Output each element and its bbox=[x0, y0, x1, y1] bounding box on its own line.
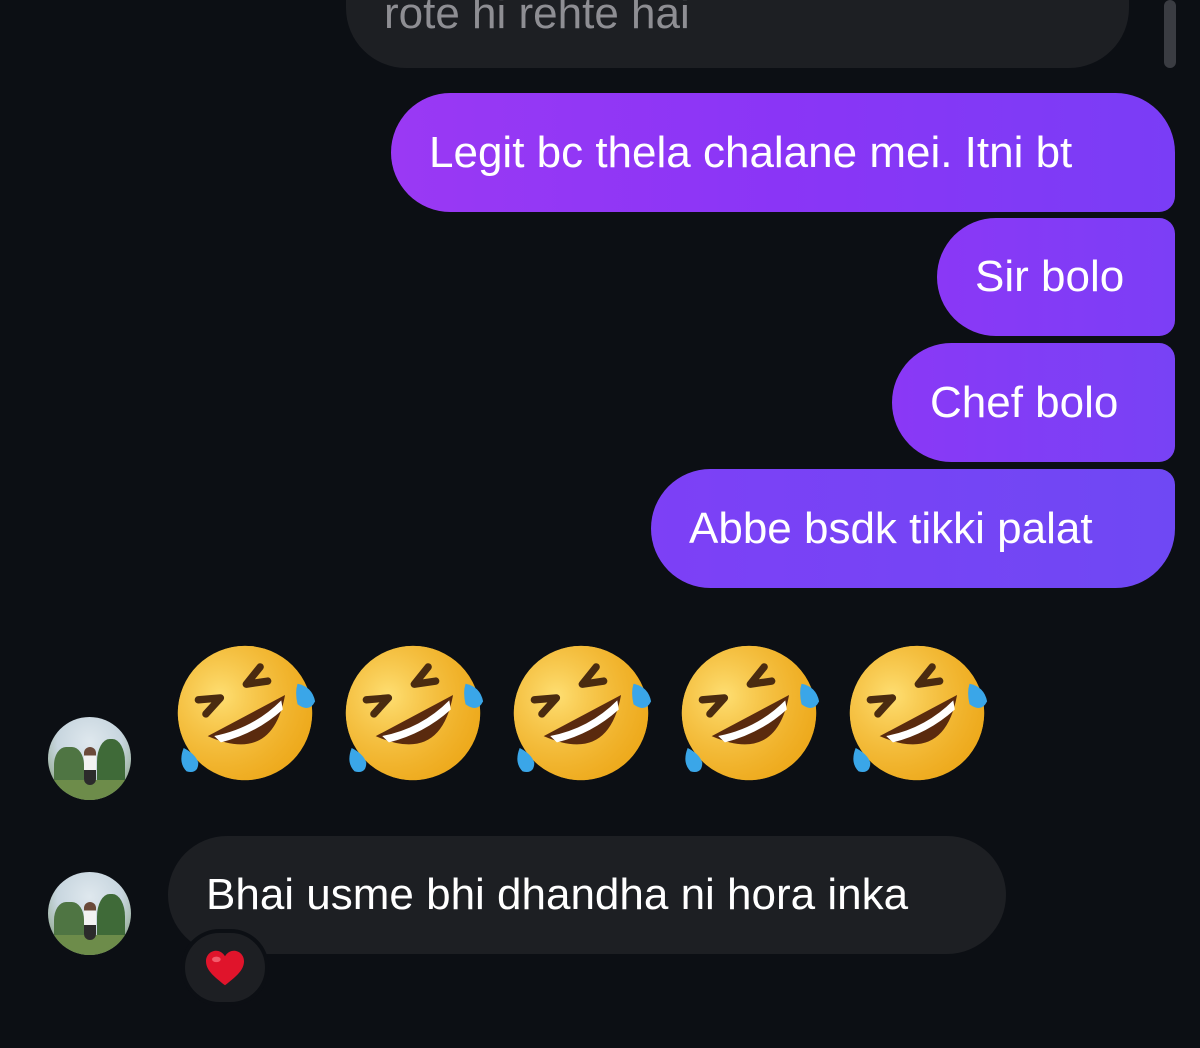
outgoing-message-text: Sir bolo bbox=[975, 252, 1125, 301]
outgoing-message-text: Legit bc thela chalane mei. Itni bt bbox=[429, 127, 1073, 177]
previous-incoming-message-text: rote hi rehte hai bbox=[384, 0, 690, 38]
sender-avatar[interactable] bbox=[48, 717, 131, 800]
rofl-icon bbox=[508, 640, 654, 786]
incoming-message-text: Bhai usme bhi dhandha ni hora inka bbox=[206, 870, 909, 919]
outgoing-message[interactable]: Legit bc thela chalane mei. Itni bt bbox=[391, 93, 1175, 212]
rofl-icon bbox=[676, 640, 822, 786]
outgoing-message-text: Chef bolo bbox=[930, 377, 1119, 427]
outgoing-message[interactable]: Abbe bsdk tikki palat bbox=[651, 469, 1175, 588]
message-reaction[interactable] bbox=[181, 929, 269, 1006]
outgoing-message[interactable]: Sir bolo bbox=[937, 218, 1175, 336]
rofl-icon bbox=[844, 640, 990, 786]
sender-avatar[interactable] bbox=[48, 872, 131, 955]
outgoing-message-text: Abbe bsdk tikki palat bbox=[689, 503, 1093, 553]
heart-icon bbox=[206, 950, 244, 985]
incoming-message[interactable]: Bhai usme bhi dhandha ni hora inka bbox=[168, 836, 1006, 954]
rofl-icon bbox=[172, 640, 318, 786]
previous-incoming-message[interactable]: rote hi rehte hai bbox=[346, 0, 1129, 68]
emoji-message[interactable] bbox=[172, 640, 990, 786]
outgoing-message[interactable]: Chef bolo bbox=[892, 343, 1175, 462]
rofl-icon bbox=[340, 640, 486, 786]
scrollbar-thumb[interactable] bbox=[1164, 0, 1176, 68]
